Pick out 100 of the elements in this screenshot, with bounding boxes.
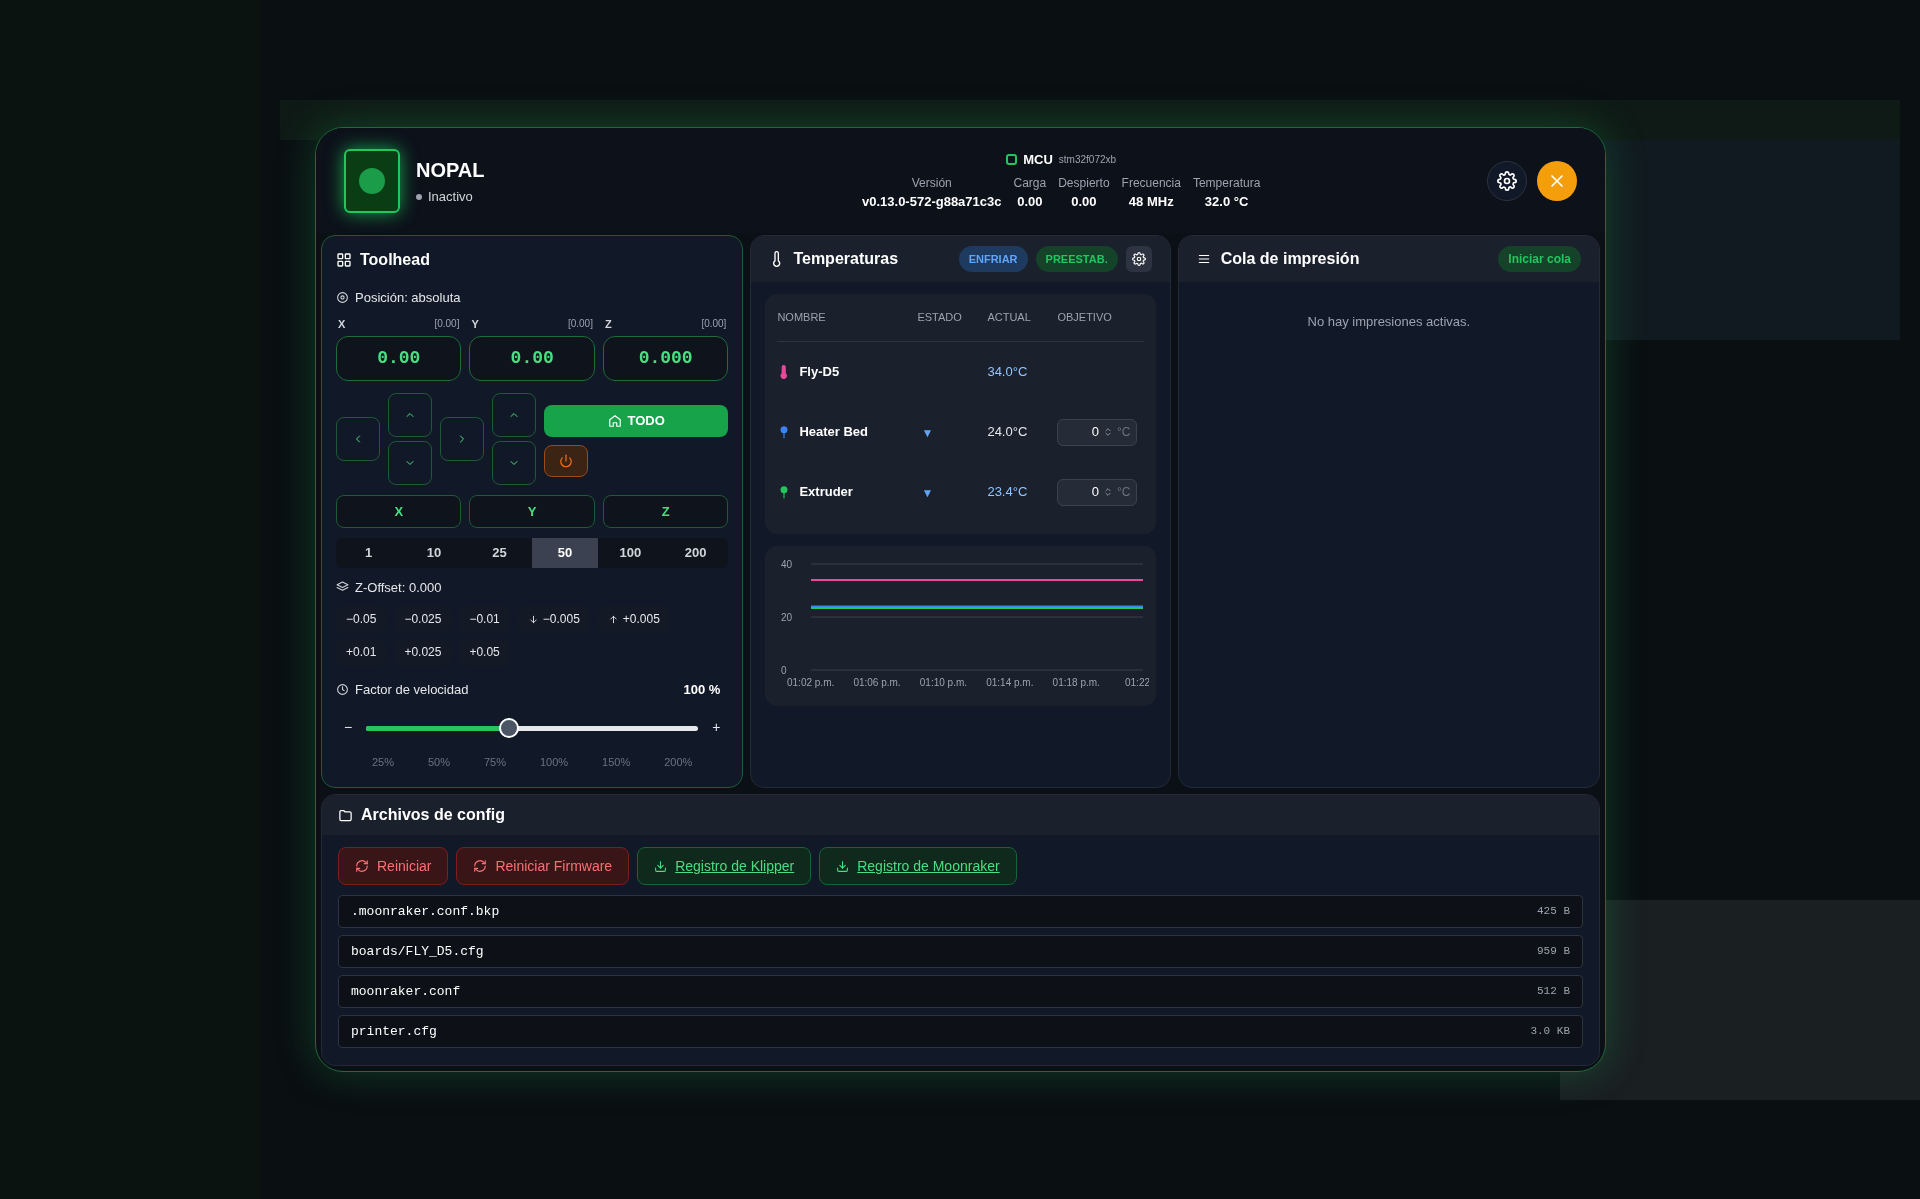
settings-icon [1131, 252, 1146, 266]
column-header: OBJETIVO [1057, 310, 1113, 326]
step-size-tab[interactable]: 1 [336, 538, 402, 568]
file-row[interactable]: moonraker.conf 512 B [338, 975, 1583, 1008]
slider-thumb[interactable] [498, 717, 519, 738]
grid-icon [336, 252, 352, 268]
column-header: ACTUAL [987, 310, 1032, 326]
close-button[interactable] [1537, 160, 1577, 201]
stat-label: Versión [911, 174, 952, 192]
target-temperature-field[interactable]: 0 °C [1057, 418, 1138, 446]
slider-tick-label: 100% [540, 755, 569, 770]
stat-label: Temperatura [1192, 174, 1261, 192]
file-row[interactable]: .moonraker.conf.bkp 425 B [338, 895, 1583, 928]
stat-label: Frecuencia [1121, 174, 1181, 192]
sensor-name: Heater Bed [799, 423, 869, 442]
mcu-chip-label: stm32f072xb [1058, 153, 1117, 168]
printer-logo-icon [344, 148, 400, 213]
printer-name: NOPAL [416, 157, 486, 183]
axis-label: Z [604, 316, 612, 332]
download-icon [836, 859, 850, 873]
settings-button[interactable] [1487, 160, 1527, 201]
sensor-name: Fly-D5 [799, 363, 840, 382]
restart-button[interactable]: Reiniciar Firmware [456, 847, 630, 885]
x-tick-label: 01:22 [1125, 677, 1150, 688]
file-row[interactable]: boards/FLY_D5.cfg 959 B [338, 935, 1583, 968]
panel-title: Toolhead [360, 250, 430, 270]
stat-value: 32.0 °C [1204, 192, 1249, 211]
step-size-tab[interactable]: 100 [597, 538, 663, 568]
cool-down-button[interactable]: ENFRIAR [958, 246, 1028, 272]
file-name: moonraker.conf [351, 982, 461, 1001]
refresh-icon [355, 859, 369, 873]
file-name: .moonraker.conf.bkp [351, 902, 500, 921]
axis-label: X [338, 316, 346, 332]
stat-value: 48 MHz [1128, 192, 1174, 211]
download-icon [654, 859, 668, 873]
arrow-down-icon [527, 613, 539, 625]
current-temperature: 23.4°C [987, 483, 1029, 502]
speed-factor-value: 100 % [683, 680, 722, 699]
printer-status: Inactivo [428, 187, 473, 206]
decrease-button[interactable]: − [342, 717, 354, 738]
chip-icon [1006, 154, 1018, 166]
increase-button[interactable]: + [710, 717, 723, 738]
download-log-button[interactable]: Registro de Klipper [637, 847, 812, 885]
spinner-icon [1102, 426, 1113, 438]
file-size: 512 B [1537, 984, 1570, 1000]
jog-left-button[interactable] [336, 417, 380, 461]
download-log-button[interactable]: Registro de Moonraker [819, 847, 1017, 885]
step-size-tab[interactable]: 10 [401, 538, 467, 568]
x-tick-label: 01:18 p.m. [1053, 677, 1101, 688]
panel-title: Cola de impresión [1220, 249, 1360, 269]
position-mode: Posición: absoluta [355, 289, 461, 307]
y-tick-label: 40 [781, 559, 793, 570]
file-size: 959 B [1537, 944, 1570, 960]
x-tick-label: 01:10 p.m. [920, 677, 968, 688]
panel-title: Archivos de config [361, 805, 506, 825]
stat-value: 0.00 [1017, 192, 1043, 211]
home-axis-button[interactable]: Z [602, 495, 729, 528]
start-queue-button[interactable]: Iniciar cola [1498, 246, 1581, 272]
restart-button[interactable]: Reiniciar [338, 847, 449, 885]
target-temperature-field[interactable]: 0 °C [1057, 478, 1138, 506]
x-tick-label: 01:06 p.m. [853, 677, 902, 688]
speed-slider-track[interactable] [366, 717, 699, 738]
mcu-label: MCU [1023, 151, 1053, 169]
step-size-tab[interactable]: 200 [663, 538, 729, 568]
settings-button[interactable] [1125, 246, 1152, 272]
folder-icon [338, 807, 353, 823]
jog-up-button[interactable] [388, 393, 432, 437]
column-header: ESTADO [917, 310, 963, 326]
speed-factor-label: Factor de velocidad [355, 680, 469, 699]
position-readout: 0.000 [602, 336, 729, 381]
cooling-indicator: ▼ [921, 486, 934, 500]
file-row[interactable]: printer.cfg 3.0 KB [338, 1015, 1583, 1048]
stat-label: Carga [1013, 174, 1047, 192]
position-readout: 0.00 [336, 336, 462, 381]
motors-off-button[interactable] [544, 445, 588, 477]
jog-down-button[interactable] [388, 441, 432, 485]
clock-icon [336, 682, 349, 696]
step-size-tab[interactable]: 50 [532, 538, 598, 568]
file-size: 3.0 KB [1530, 1024, 1570, 1040]
unit-label: °C [1116, 424, 1131, 441]
stat-value: 0.00 [1071, 192, 1097, 211]
empty-queue-message: No hay impresiones activas. [1306, 313, 1472, 331]
current-temperature: 34.0°C [987, 363, 1029, 382]
presets-button[interactable]: PREESTAB. [1035, 246, 1118, 272]
jog-right-button[interactable] [440, 417, 484, 461]
home-icon [607, 414, 622, 428]
panel-title: Temperaturas [793, 249, 899, 269]
file-size: 425 B [1537, 904, 1570, 920]
refresh-icon [473, 859, 488, 873]
file-name: printer.cfg [351, 1022, 437, 1041]
cooling-indicator: ▼ [921, 426, 934, 440]
x-tick-label: 01:02 p.m. [787, 677, 835, 688]
z-up-button[interactable] [492, 393, 536, 437]
x-tick-label: 01:14 p.m. [986, 677, 1034, 688]
unit-label: °C [1116, 484, 1131, 501]
home-axis-button[interactable]: Y [469, 495, 595, 528]
position-readout: 0.00 [469, 336, 595, 381]
z-down-button[interactable] [492, 441, 536, 485]
home-axis-button[interactable]: X [336, 495, 462, 528]
step-size-tab[interactable]: 25 [466, 538, 533, 568]
